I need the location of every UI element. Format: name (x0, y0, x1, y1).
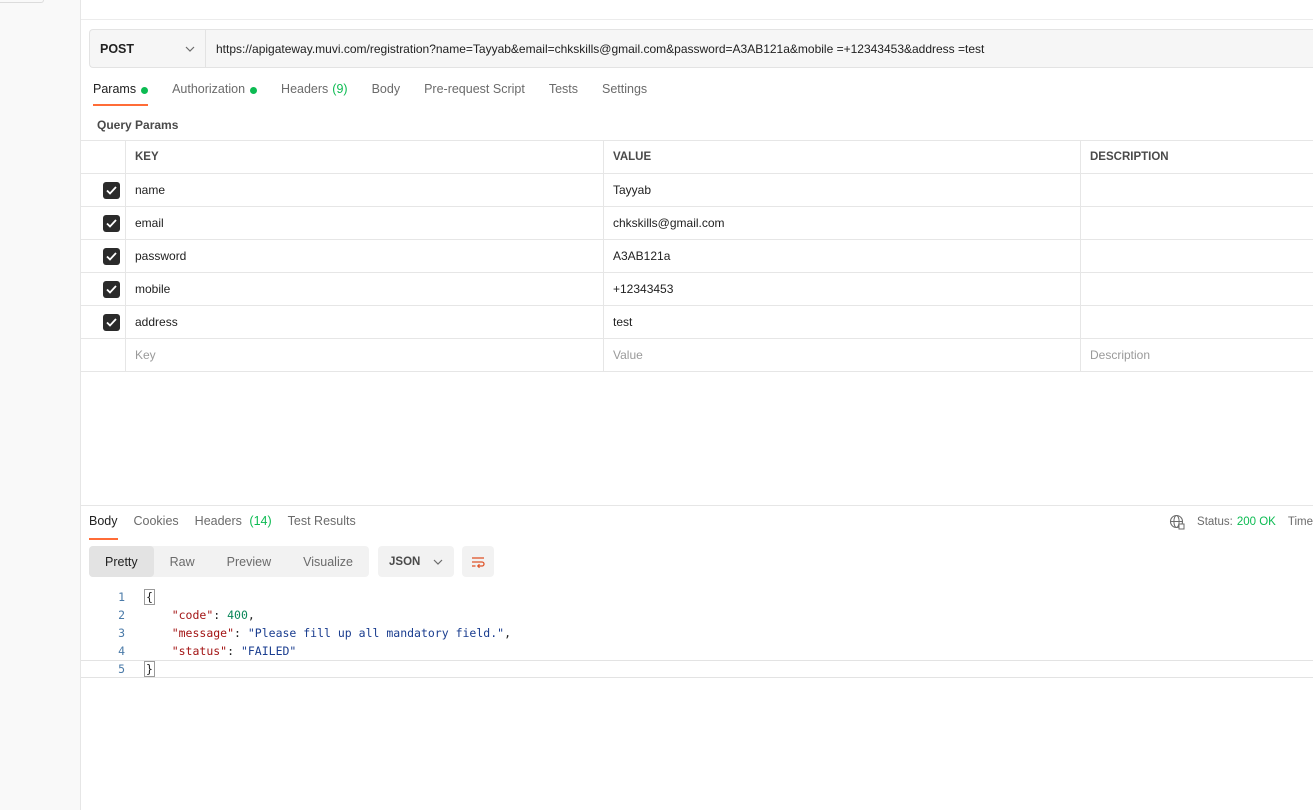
param-description-cell[interactable] (1081, 207, 1313, 239)
wrap-lines-icon (472, 556, 485, 568)
table-header-row: KEY VALUE DESCRIPTION (81, 141, 1313, 174)
view-mode-preview[interactable]: Preview (211, 546, 287, 577)
param-description-cell[interactable] (1081, 273, 1313, 305)
code-line: 4 "status": "FAILED" (81, 642, 1313, 660)
tab-settings[interactable]: Settings (602, 82, 647, 104)
column-header-description: DESCRIPTION (1090, 151, 1169, 163)
checkmark-icon (106, 218, 117, 228)
json-key: "code" (171, 608, 214, 622)
format-label: JSON (389, 555, 421, 568)
table-row: email chkskills@gmail.com (81, 207, 1313, 240)
param-description-cell[interactable] (1081, 240, 1313, 272)
request-tabs: Params Authorization Headers (9) Body Pre… (93, 82, 671, 106)
checkmark-icon (106, 284, 117, 294)
checkmark-icon (106, 185, 117, 195)
format-select[interactable]: JSON (378, 546, 454, 577)
param-key-cell[interactable]: password (126, 240, 604, 272)
query-params-table: KEY VALUE DESCRIPTION name Tayyab email … (81, 140, 1313, 372)
tab-authorization[interactable]: Authorization (172, 82, 258, 104)
view-mode-visualize[interactable]: Visualize (287, 546, 369, 577)
checkmark-icon (106, 251, 117, 261)
response-tab-headers[interactable]: Headers (14) (195, 514, 272, 538)
tab-tests[interactable]: Tests (549, 82, 578, 104)
table-row: password A3AB121a (81, 240, 1313, 273)
tab-params[interactable]: Params (93, 82, 149, 106)
json-key: "status" (171, 644, 228, 658)
table-row: name Tayyab (81, 174, 1313, 207)
view-mode-pretty[interactable]: Pretty (89, 546, 154, 577)
json-value: "Please fill up all mandatory field." (247, 626, 505, 640)
param-key-cell[interactable]: name (126, 174, 604, 206)
json-key: "message" (171, 626, 235, 640)
active-dot-icon (250, 87, 258, 94)
tab-pre-request-script[interactable]: Pre-request Script (424, 82, 525, 104)
left-sidebar (0, 0, 81, 810)
chevron-down-icon (433, 559, 443, 565)
column-header-value: VALUE (604, 141, 1081, 173)
param-key-cell[interactable]: address (126, 306, 604, 338)
code-line: 2 "code": 400, (81, 606, 1313, 624)
line-number: 3 (118, 626, 125, 640)
new-description-input[interactable]: Description (1081, 339, 1313, 371)
close-brace: } (144, 661, 155, 677)
line-number: 2 (118, 608, 125, 622)
new-key-input[interactable]: Key (126, 339, 604, 371)
view-mode-selector: Pretty Raw Preview Visualize (89, 546, 369, 577)
method-label: POST (100, 41, 135, 56)
response-divider[interactable] (81, 505, 1313, 506)
param-value-cell[interactable]: test (604, 306, 1081, 338)
wrap-lines-button[interactable] (462, 546, 494, 577)
param-value-cell[interactable]: A3AB121a (604, 240, 1081, 272)
response-tab-cookies[interactable]: Cookies (134, 514, 179, 538)
globe-icon[interactable] (1169, 514, 1185, 530)
active-dot-icon (141, 87, 149, 94)
time-label[interactable]: Time (1288, 516, 1313, 528)
row-checkbox[interactable] (103, 313, 120, 331)
json-value: "FAILED" (240, 644, 297, 658)
row-checkbox[interactable] (103, 247, 120, 265)
url-input[interactable]: https://apigateway.muvi.com/registration… (206, 30, 1313, 67)
response-tab-test-results[interactable]: Test Results (288, 514, 356, 538)
chevron-down-icon (184, 43, 195, 54)
param-key-cell[interactable]: email (126, 207, 604, 239)
checkmark-icon (106, 317, 117, 327)
param-value-cell[interactable]: Tayyab (604, 174, 1081, 206)
param-description-cell[interactable] (1081, 306, 1313, 338)
column-header-key: KEY (126, 141, 604, 173)
response-body-editor[interactable]: 1 { 2 "code": 400, 3 "message": "Please … (81, 588, 1313, 678)
code-line: 3 "message": "Please fill up all mandato… (81, 624, 1313, 642)
param-key-cell[interactable]: mobile (126, 273, 604, 305)
line-number: 4 (118, 644, 125, 658)
row-checkbox[interactable] (103, 280, 120, 298)
response-tab-body[interactable]: Body (89, 514, 118, 540)
code-line: 1 { (81, 588, 1313, 606)
line-number: 5 (118, 662, 125, 676)
method-select[interactable]: POST (90, 30, 206, 67)
table-row: mobile +12343453 (81, 273, 1313, 306)
param-value-cell[interactable]: +12343453 (604, 273, 1081, 305)
tab-body[interactable]: Body (372, 82, 401, 104)
response-tabs: Body Cookies Headers (14) Test Results (89, 514, 372, 540)
line-number: 1 (118, 590, 125, 604)
request-bar: POST https://apigateway.muvi.com/registr… (89, 29, 1313, 68)
row-checkbox[interactable] (103, 181, 120, 199)
tab-headers[interactable]: Headers (9) (281, 82, 348, 104)
new-value-input[interactable]: Value (604, 339, 1081, 371)
json-value: 400 (227, 608, 248, 622)
code-line-current: 5 } (81, 660, 1313, 678)
response-status: Status: 200 OK Time (1169, 514, 1313, 530)
new-param-row: Key Value Description (81, 339, 1313, 372)
query-params-title: Query Params (97, 118, 179, 132)
top-strip (81, 0, 1313, 20)
sidebar-stub (0, 0, 44, 3)
param-value-cell[interactable]: chkskills@gmail.com (604, 207, 1081, 239)
table-row: address test (81, 306, 1313, 339)
open-brace: { (144, 589, 155, 605)
row-checkbox[interactable] (103, 214, 120, 232)
status-badge[interactable]: 200 OK (1237, 516, 1276, 528)
status-label: Status: (1197, 516, 1233, 528)
view-mode-raw[interactable]: Raw (154, 546, 211, 577)
param-description-cell[interactable] (1081, 174, 1313, 206)
